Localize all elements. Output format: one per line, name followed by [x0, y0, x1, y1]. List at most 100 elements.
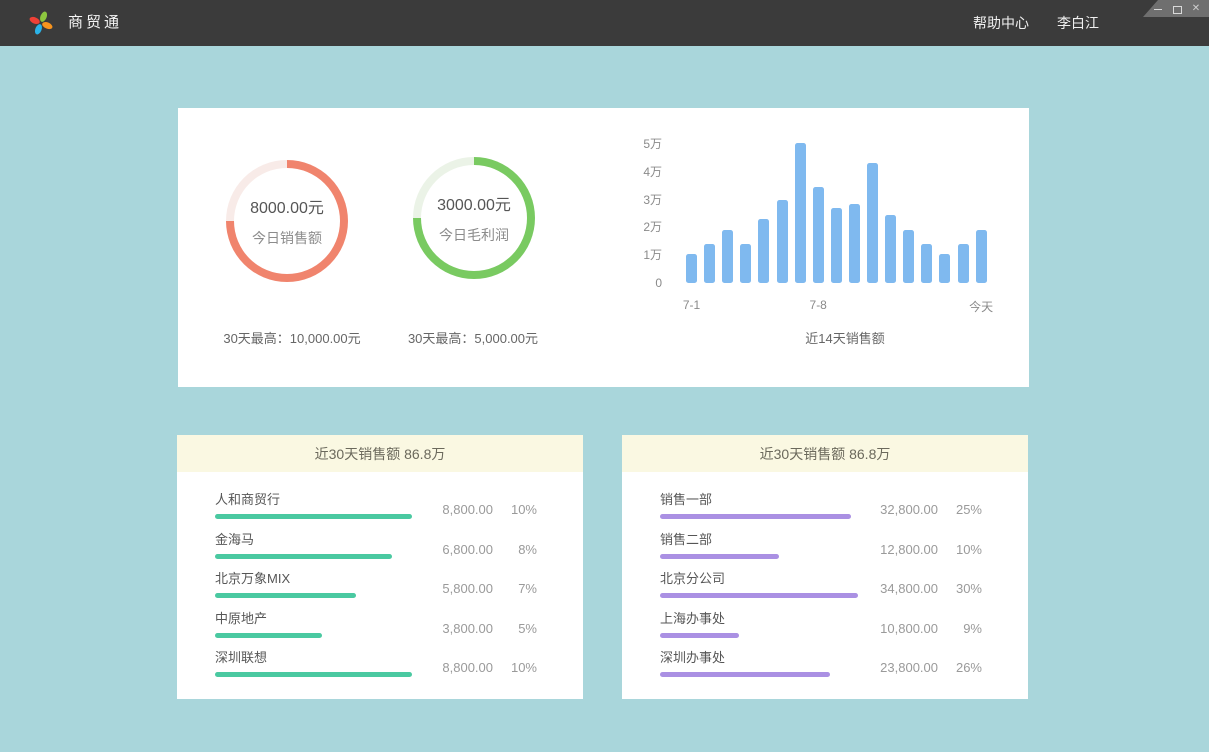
rank-row-amount: 3,800.00: [405, 621, 493, 636]
x-axis-tick-label: 7-1: [683, 298, 700, 312]
rank-row-values: 23,800.0026%: [850, 660, 982, 675]
department-rank-list: 销售一部32,800.0025%销售二部12,800.0010%北京分公司34,…: [622, 472, 1028, 687]
rank-row: 深圳联想8,800.0010%: [215, 647, 537, 687]
minimize-icon[interactable]: [1153, 4, 1163, 14]
rank-row-values: 8,800.0010%: [405, 502, 537, 517]
x-axis-tick-label: 今天: [969, 298, 993, 315]
sales-chart-y-axis: 5万4万3万2万1万0: [598, 144, 662, 289]
app-logo-pinwheel-icon: [28, 10, 54, 36]
y-axis-tick-label: 5万: [598, 136, 662, 152]
rank-row-percent: 5%: [493, 621, 537, 636]
today-profit-gauge: 3000.00元 今日毛利润: [413, 157, 535, 279]
rank-row: 北京万象MIX5,800.007%: [215, 568, 537, 608]
sales-chart-title: 近14天销售额: [725, 328, 965, 347]
rank-row-percent: 25%: [938, 502, 982, 517]
rank-row-percent: 10%: [493, 660, 537, 675]
app-title: 商贸通: [68, 0, 122, 46]
customer-rank-list: 人和商贸行8,800.0010%金海马6,800.008%北京万象MIX5,80…: [177, 472, 583, 687]
rank-row-bar: [660, 514, 851, 519]
rank-row-percent: 30%: [938, 581, 982, 596]
today-profit-label: 今日毛利润: [439, 225, 509, 245]
sales-bar: [777, 200, 788, 283]
rank-row-bar: [660, 672, 830, 677]
y-axis-tick-label: 1万: [598, 247, 662, 263]
sales-chart-plot: [686, 144, 988, 283]
rank-row-values: 10,800.009%: [850, 621, 982, 636]
rank-row: 北京分公司34,800.0030%: [660, 568, 982, 608]
rank-row-amount: 12,800.00: [850, 542, 938, 557]
rank-row-bar: [215, 554, 392, 559]
sales-bar: [686, 254, 697, 283]
today-sales-gauge-center: 8000.00元 今日销售额: [234, 168, 340, 274]
rank-row-amount: 8,800.00: [405, 660, 493, 675]
rank-row-amount: 32,800.00: [850, 502, 938, 517]
rank-row-values: 3,800.005%: [405, 621, 537, 636]
rank-row-percent: 9%: [938, 621, 982, 636]
rank-row-bar: [215, 633, 322, 638]
overview-card: 8000.00元 今日销售额 3000.00元 今日毛利润 30天最高：10,0…: [178, 108, 1029, 387]
rank-row-amount: 5,800.00: [405, 581, 493, 596]
sales-bar: [831, 208, 842, 283]
rank-row-percent: 26%: [938, 660, 982, 675]
sales-bar: [903, 230, 914, 283]
sales-bar: [921, 244, 932, 283]
rank-row: 深圳办事处23,800.0026%: [660, 647, 982, 687]
customer-rank-card: 近30天销售额 86.8万 人和商贸行8,800.0010%金海马6,800.0…: [177, 435, 583, 699]
sales-bar: [813, 187, 824, 283]
today-sales-label: 今日销售额: [252, 228, 322, 248]
window-controls: ✕: [1143, 0, 1209, 17]
sales-bar: [885, 215, 896, 283]
rank-row-percent: 10%: [938, 542, 982, 557]
rank-row-values: 32,800.0025%: [850, 502, 982, 517]
rank-row-bar: [215, 672, 412, 677]
app-window: 商贸通 帮助中心 李白江 ✕ 8000.00元 今日销售额 3000.00元 今…: [0, 0, 1209, 752]
rank-row-values: 34,800.0030%: [850, 581, 982, 596]
y-axis-tick-label: 2万: [598, 219, 662, 235]
rank-row: 人和商贸行8,800.0010%: [215, 489, 537, 529]
rank-row-percent: 8%: [493, 542, 537, 557]
sales-bar: [722, 230, 733, 283]
maximize-icon[interactable]: [1172, 4, 1182, 14]
today-profit-gauge-center: 3000.00元 今日毛利润: [421, 165, 527, 271]
sales-bar: [867, 163, 878, 283]
y-axis-tick-label: 3万: [598, 192, 662, 208]
department-rank-title: 近30天销售额 86.8万: [622, 435, 1028, 472]
user-name-link[interactable]: 李白江: [1057, 13, 1099, 33]
sales-bar: [958, 244, 969, 283]
department-rank-card: 近30天销售额 86.8万 销售一部32,800.0025%销售二部12,800…: [622, 435, 1028, 699]
sales-bar: [795, 143, 806, 283]
rank-row-percent: 7%: [493, 581, 537, 596]
sales-bar: [849, 204, 860, 283]
rank-row-amount: 34,800.00: [850, 581, 938, 596]
rank-row: 上海办事处10,800.009%: [660, 608, 982, 648]
rank-row: 销售二部12,800.0010%: [660, 529, 982, 569]
sales-bar: [740, 244, 751, 283]
close-icon[interactable]: ✕: [1191, 4, 1201, 14]
rank-row: 销售一部32,800.0025%: [660, 489, 982, 529]
today-sales-gauge: 8000.00元 今日销售额: [226, 160, 348, 282]
rank-row-amount: 8,800.00: [405, 502, 493, 517]
sales-bar: [939, 254, 950, 283]
sales-bar: [758, 219, 769, 283]
rank-row-amount: 10,800.00: [850, 621, 938, 636]
today-profit-value: 3000.00元: [437, 191, 511, 215]
rank-row-bar: [215, 514, 412, 519]
rank-row-amount: 23,800.00: [850, 660, 938, 675]
rank-row-bar: [660, 554, 779, 559]
y-axis-tick-label: 0: [598, 275, 662, 291]
y-axis-tick-label: 4万: [598, 164, 662, 180]
x-axis-tick-label: 7-8: [810, 298, 827, 312]
titlebar: 商贸通 帮助中心 李白江 ✕: [0, 0, 1209, 46]
rank-row-bar: [215, 593, 356, 598]
rank-row-bar: [660, 593, 858, 598]
customer-rank-title: 近30天销售额 86.8万: [177, 435, 583, 472]
today-sales-value: 8000.00元: [250, 194, 324, 218]
rank-row-values: 6,800.008%: [405, 542, 537, 557]
rank-row-amount: 6,800.00: [405, 542, 493, 557]
rank-row-percent: 10%: [493, 502, 537, 517]
rank-row-values: 5,800.007%: [405, 581, 537, 596]
titlebar-right: 帮助中心 李白江: [973, 0, 1099, 46]
rank-row-values: 8,800.0010%: [405, 660, 537, 675]
help-center-link[interactable]: 帮助中心: [973, 13, 1029, 33]
rank-row-bar: [660, 633, 739, 638]
